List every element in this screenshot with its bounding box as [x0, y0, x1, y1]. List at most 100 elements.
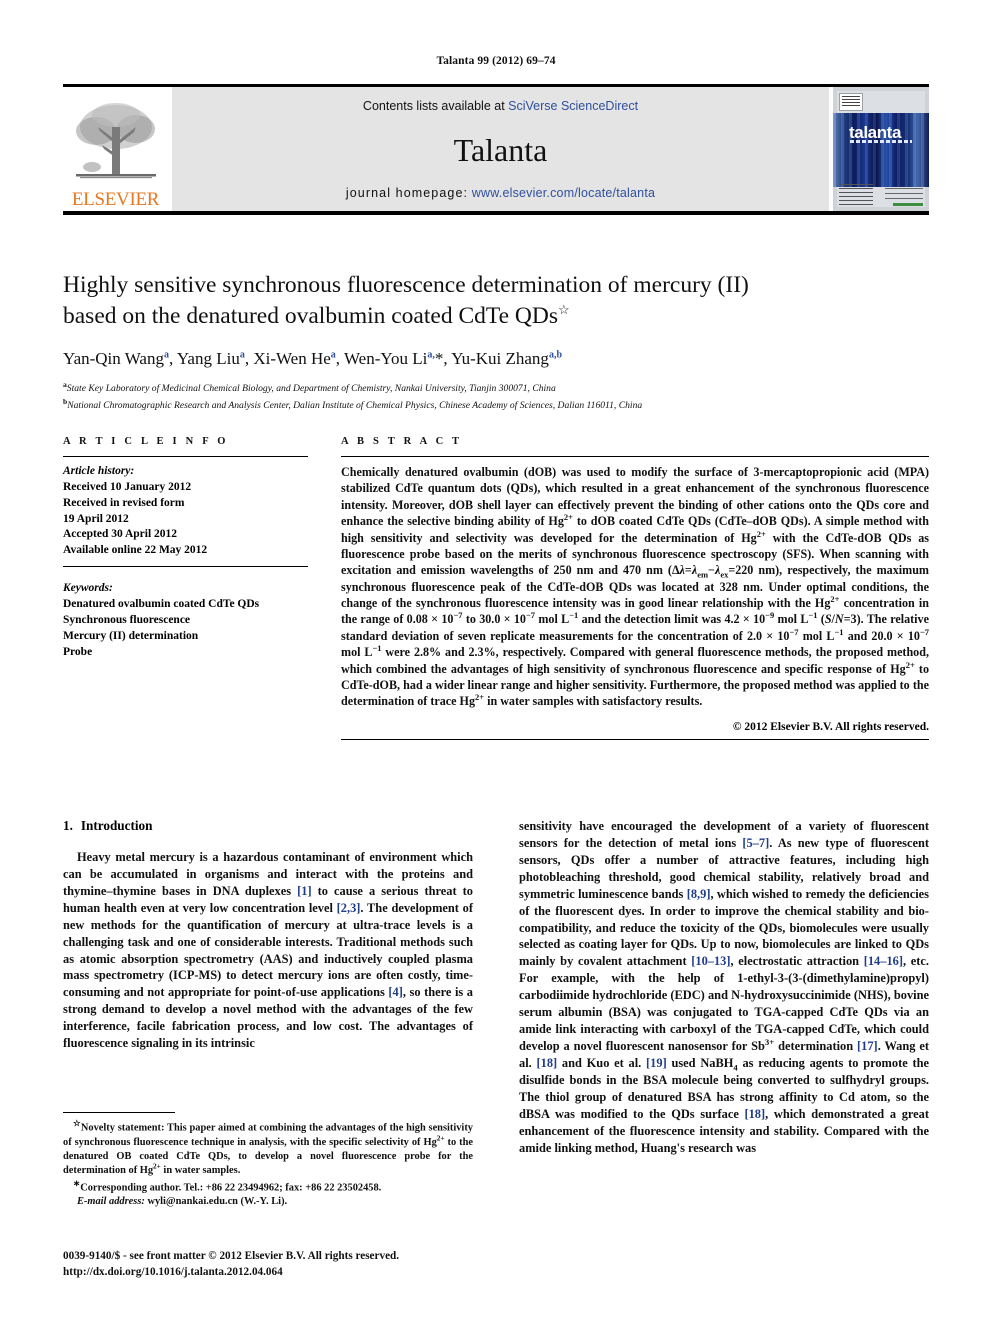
journal-homepage-line: journal homepage: www.elsevier.com/locat…	[346, 186, 655, 200]
cover-footer-right-lines	[885, 188, 923, 200]
keywords-rule	[63, 566, 308, 568]
history-item: Received 10 January 2012	[63, 480, 192, 493]
affiliation-text: National Chromatographic Research and An…	[67, 400, 643, 412]
article-history-list: Received 10 January 2012 Received in rev…	[63, 480, 308, 559]
cover-footer-green-bar	[892, 203, 923, 206]
author: Wen-You Lia,*,	[344, 349, 451, 368]
introduction-paragraph-right: sensitivity have encouraged the developm…	[519, 819, 930, 1155]
history-item: Received in revised form	[63, 496, 185, 509]
email-address[interactable]: wyli@nankai.edu.cn (W.-Y. Li).	[147, 1196, 287, 1207]
journal-homepage-label: journal homepage:	[345, 186, 469, 200]
citation-ref[interactable]: [4]	[388, 985, 402, 999]
title-footnote-marker: ☆	[557, 301, 570, 317]
citation-ref[interactable]: [5–7]	[742, 836, 769, 850]
keywords-title: Keywords:	[63, 582, 113, 595]
introduction-paragraph-left: Heavy metal mercury is a hazardous conta…	[63, 850, 474, 1051]
history-item: Available online 22 May 2012	[63, 544, 208, 557]
contents-lists-line: Contents lists available at SciVerse Sci…	[363, 99, 638, 113]
footnote-star-marker: ☆	[73, 1118, 81, 1128]
cover-footer	[839, 184, 923, 206]
corresponding-author-text: Corresponding author. Tel.: +86 22 23494…	[80, 1182, 382, 1194]
article-history-title: Article history:	[63, 465, 135, 477]
author: Yu-Kui Zhanga,b	[451, 349, 562, 368]
masthead-bottom-rule	[63, 211, 929, 215]
info-abstract-region: A R T I C L E I N F O Article history: R…	[63, 436, 929, 740]
cover-subtitle-bar	[850, 140, 912, 143]
author-name: Xi-Wen He	[253, 349, 331, 369]
footnote-email: E-mail address: wyli@nankai.edu.cn (W.-Y…	[63, 1195, 473, 1209]
title-line-2: based on the denatured ovalbumin coated …	[63, 302, 558, 329]
article-info-heading: A R T I C L E I N F O	[63, 436, 229, 447]
citation-ref[interactable]: [10–13]	[691, 954, 730, 968]
citation-ref[interactable]: [18]	[744, 1107, 765, 1121]
author-affiliation-marker: a,	[427, 349, 435, 361]
citation-ref[interactable]: [1]	[297, 884, 311, 898]
citation-ref[interactable]: [14–16]	[864, 954, 903, 968]
author-separator: ,	[335, 349, 344, 369]
author-name: Yan-Qin Wang	[63, 349, 164, 369]
section-heading-introduction: 1. Introduction	[63, 818, 473, 834]
abstract-text: Chemically denatured ovalbumin (dOB) was…	[341, 465, 930, 709]
keywords-list: Denatured ovalbumin coated CdTe QDs Sync…	[63, 597, 308, 660]
sciencedirect-band: Contents lists available at SciVerse Sci…	[172, 87, 829, 211]
footnote-block: ☆Novelty statement: This paper aimed at …	[63, 1112, 473, 1210]
author-list: Yan-Qin Wanga, Yang Liua, Xi-Wen Hea, We…	[63, 349, 929, 369]
keyword-item: Probe	[63, 645, 93, 658]
page-title: Highly sensitive synchronous fluorescenc…	[63, 270, 929, 331]
citation-ref[interactable]: [2,3]	[337, 901, 361, 915]
body-column-right: sensitivity have encouraged the developm…	[519, 818, 929, 1156]
email-label: E-mail address:	[77, 1196, 145, 1208]
author-name: Yang Liu	[176, 349, 240, 369]
body-column-left: 1. Introduction Heavy metal mercury is a …	[63, 818, 473, 1156]
elsevier-tree-icon	[75, 103, 156, 179]
sciencedirect-link[interactable]: SciVerse ScienceDirect	[508, 99, 638, 113]
history-item: Accepted 30 April 2012	[63, 528, 178, 541]
author-separator: ,	[168, 349, 177, 369]
section-number: 1.	[63, 818, 73, 833]
citation-ref[interactable]: [19]	[646, 1056, 667, 1070]
affiliation-list: aState Key Laboratory of Medicinal Chemi…	[63, 379, 929, 413]
footnote-novelty: ☆Novelty statement: This paper aimed at …	[63, 1118, 474, 1176]
affiliation: bNational Chromatographic Research and A…	[63, 396, 929, 413]
journal-title: Talanta	[453, 131, 548, 168]
title-line-1: Highly sensitive synchronous fluorescenc…	[63, 272, 749, 298]
abstract-heading: A B S T R A C T	[341, 436, 463, 447]
article-info-column: A R T I C L E I N F O Article history: R…	[63, 436, 308, 740]
author-name: Yu-Kui Zhang	[451, 349, 549, 369]
keyword-item: Denatured ovalbumin coated CdTe QDs	[63, 598, 260, 611]
imprint-copyright-line: 0039-9140/$ - see front matter © 2012 El…	[63, 1250, 400, 1262]
affiliation-text: State Key Laboratory of Medicinal Chemic…	[66, 383, 556, 395]
author-name: Wen-You Li	[344, 349, 428, 369]
body-column-gap	[473, 818, 519, 1156]
author: Yan-Qin Wanga,	[63, 349, 177, 368]
keyword-item: Mercury (II) determination	[63, 629, 199, 642]
abstract-bottom-rule	[341, 738, 929, 740]
cover-masthead-strip	[839, 93, 863, 111]
section-title: Introduction	[80, 818, 153, 833]
article-history-block: Article history: Received 10 January 201…	[63, 464, 308, 566]
cover-footer-left-lines	[839, 184, 873, 206]
abstract-column: A B S T R A C T Chemically denatured ova…	[341, 436, 929, 740]
journal-cover-thumbnail: talanta	[833, 87, 929, 211]
contents-lists-prefix: Contents lists available at	[362, 99, 509, 113]
author-affiliation-marker: a,b	[548, 349, 562, 361]
history-item: 19 April 2012	[63, 512, 129, 525]
citation-ref[interactable]: [8,9]	[687, 887, 711, 901]
keyword-item: Synchronous fluorescence	[63, 613, 191, 626]
footnote-rule	[63, 1112, 175, 1113]
elsevier-wordmark: ELSEVIER	[71, 189, 160, 210]
abstract-rule	[341, 456, 929, 457]
author: Xi-Wen Hea,	[253, 349, 344, 368]
running-head: Talanta 99 (2012) 69–74	[436, 55, 556, 67]
citation-ref[interactable]: [18]	[537, 1056, 558, 1070]
keywords-block: Keywords: Denatured ovalbumin coated CdT…	[63, 574, 308, 660]
elsevier-logo: ELSEVIER	[63, 87, 168, 211]
citation-ref[interactable]: [17]	[857, 1039, 878, 1053]
body-columns: 1. Introduction Heavy metal mercury is a …	[63, 818, 929, 1156]
imprint-doi-link[interactable]: http://dx.doi.org/10.1016/j.talanta.2012…	[63, 1264, 493, 1280]
column-gap	[308, 436, 341, 740]
author: Yang Liua,	[177, 349, 253, 368]
footnote-corresponding-author: ∗Corresponding author. Tel.: +86 22 2349…	[63, 1178, 473, 1196]
affiliation: aState Key Laboratory of Medicinal Chemi…	[63, 379, 929, 396]
journal-homepage-link[interactable]: www.elsevier.com/locate/talanta	[472, 186, 655, 200]
